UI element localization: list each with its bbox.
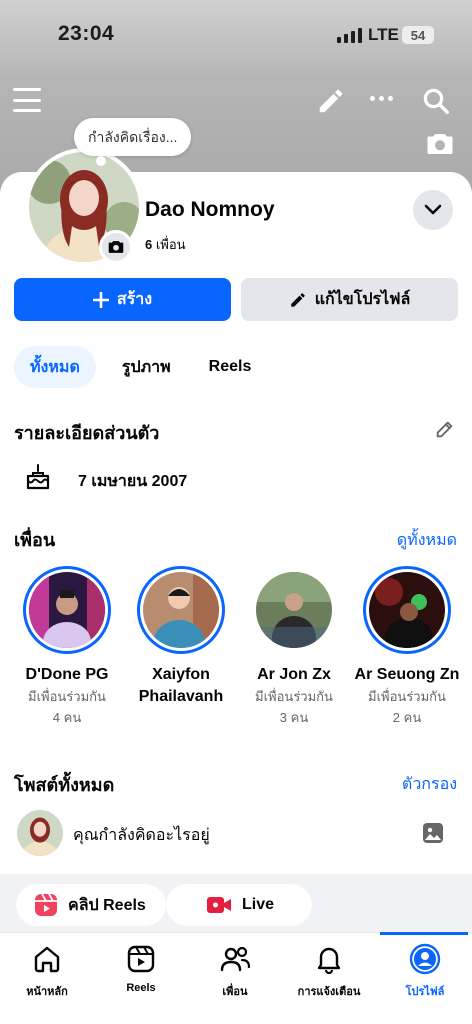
see-all-friends-link[interactable]: ดูทั้งหมด — [397, 528, 457, 553]
avatar[interactable] — [17, 810, 63, 856]
post-composer-input[interactable]: คุณกำลังคิดอะไรอยู่ — [73, 823, 210, 848]
friend-mutual: มีเพื่อนร่วมกัน — [255, 689, 333, 704]
nav-home[interactable]: หน้าหลัก — [0, 933, 94, 1003]
thought-bubble[interactable]: กำลังคิดเรื่อง... — [74, 118, 192, 156]
network-label: LTE — [368, 25, 399, 44]
friend-name[interactable]: D'Done PG — [12, 664, 122, 686]
filter-link[interactable]: ตัวกรอง — [402, 772, 457, 797]
friend-mutual-count: 4 คน — [52, 710, 82, 725]
reels-icon — [126, 943, 156, 975]
nav-reels[interactable]: Reels — [94, 933, 188, 1003]
friend-photo[interactable] — [23, 566, 111, 654]
reels-chip-label: คลิป Reels — [68, 896, 146, 914]
friends-count-number: 6 — [145, 237, 153, 252]
profile-picture[interactable] — [25, 148, 143, 266]
tab-all[interactable]: ทั้งหมด — [14, 346, 96, 388]
nav-label: หน้าหลัก — [26, 986, 68, 998]
live-chip-button[interactable]: Live — [166, 884, 313, 926]
battery-icon: 54 — [402, 26, 434, 44]
edit-profile-button[interactable]: แก้ไขโปรไฟล์ — [241, 278, 458, 321]
friend-card[interactable]: Ar Jon Zx มีเพื่อนร่วมกัน 3 คน — [239, 566, 349, 728]
home-icon — [32, 943, 62, 975]
tab-reels[interactable]: Reels — [193, 346, 268, 388]
create-chips-bar: คลิป Reels Live — [0, 874, 472, 934]
friend-card[interactable]: D'Done PG มีเพื่อนร่วมกัน 4 คน — [12, 566, 122, 728]
live-chip-label: Live — [242, 896, 275, 913]
friends-icon — [219, 943, 251, 975]
nav-label: โปรไฟล์ — [405, 986, 445, 998]
profile-switch-button[interactable] — [413, 190, 453, 230]
more-icon[interactable] — [370, 96, 393, 101]
friend-name[interactable]: Xaiyfon Phailavanh — [126, 664, 236, 708]
bottom-navigation: หน้าหลัก Reels เพื่อน การแจ้งเตือน โปรไฟ… — [0, 932, 472, 1024]
friends-title: เพื่อน — [14, 530, 56, 550]
birthday-cake-icon — [25, 463, 51, 496]
photo-icon[interactable] — [422, 822, 444, 849]
chevron-down-icon — [424, 204, 442, 215]
pencil-icon — [290, 292, 305, 307]
profile-icon — [409, 943, 441, 975]
profile-tabs: ทั้งหมด รูปภาพ Reels — [14, 346, 267, 388]
profile-name: Dao Nomnoy — [145, 198, 275, 221]
avatar-camera-icon[interactable] — [99, 230, 133, 264]
posts-title: โพสต์ทั้งหมด — [14, 775, 115, 795]
friend-card[interactable]: Xaiyfon Phailavanh — [126, 566, 236, 708]
search-icon[interactable] — [421, 86, 451, 121]
friend-name[interactable]: Ar Seuong Zn — [352, 664, 462, 686]
nav-label: Reels — [126, 982, 156, 994]
nav-profile[interactable]: โปรไฟล์ — [378, 933, 472, 1003]
friend-mutual-count: 2 คน — [392, 710, 422, 725]
friend-photo[interactable] — [250, 566, 338, 654]
friend-mutual: มีเพื่อนร่วมกัน — [368, 689, 446, 704]
friends-count[interactable]: 6 เพื่อน — [145, 234, 186, 255]
signal-icon — [337, 27, 362, 43]
thought-bubble-tail — [96, 156, 106, 166]
friend-mutual-count: 3 คน — [279, 710, 309, 725]
nav-notifications[interactable]: การแจ้งเตือน — [282, 933, 376, 1003]
status-bar: 23:04 LTE 54 — [0, 0, 472, 70]
create-button[interactable]: สร้าง — [14, 278, 231, 321]
friend-card[interactable]: Ar Seuong Zn มีเพื่อนร่วมกัน 2 คน — [352, 566, 462, 728]
nav-label: เพื่อน — [222, 986, 248, 998]
edit-profile-label: แก้ไขโปรไฟล์ — [314, 291, 411, 308]
cover-camera-icon[interactable] — [425, 130, 455, 163]
friend-name[interactable]: Ar Jon Zx — [239, 664, 349, 686]
reels-icon — [35, 893, 57, 916]
reels-chip-button[interactable]: คลิป Reels — [16, 884, 166, 926]
details-title: รายละเอียดส่วนตัว — [14, 423, 160, 443]
nav-friends[interactable]: เพื่อน — [188, 933, 282, 1003]
menu-icon[interactable] — [13, 88, 41, 112]
friend-photo[interactable] — [137, 566, 225, 654]
birthday-text: 7 เมษายน 2007 — [78, 473, 188, 490]
create-button-label: สร้าง — [116, 291, 153, 308]
friends-count-label: เพื่อน — [155, 237, 186, 252]
live-video-icon — [207, 897, 231, 913]
friend-photo[interactable] — [363, 566, 451, 654]
edit-details-icon[interactable] — [434, 418, 456, 445]
plus-icon — [92, 291, 109, 308]
tab-photos[interactable]: รูปภาพ — [106, 346, 187, 388]
nav-label: การแจ้งเตือน — [297, 986, 361, 998]
bell-icon — [314, 943, 344, 975]
friend-mutual: มีเพื่อนร่วมกัน — [28, 689, 106, 704]
status-time: 23:04 — [58, 22, 115, 45]
pencil-icon[interactable] — [316, 86, 346, 121]
